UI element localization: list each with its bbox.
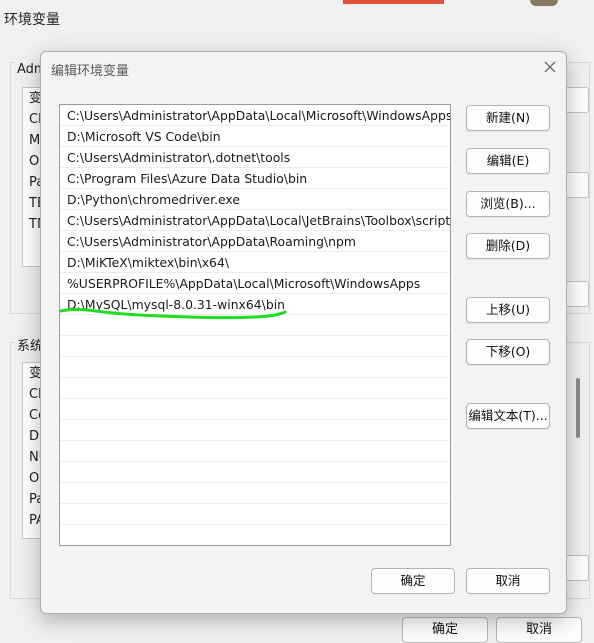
path-row-empty[interactable] — [60, 357, 450, 378]
dialog-title: 编辑环境变量 — [51, 64, 130, 79]
edit-text-button[interactable]: 编辑文本(T)... — [466, 403, 550, 429]
path-row[interactable]: D:\MiKTeX\miktex\bin\x64\ — [60, 252, 450, 273]
path-row-empty[interactable] — [60, 462, 450, 483]
path-row-empty[interactable] — [60, 336, 450, 357]
path-row-empty[interactable] — [60, 399, 450, 420]
path-row[interactable]: D:\Python\chromedriver.exe — [60, 189, 450, 210]
cancel-button[interactable]: 取消 — [466, 568, 550, 594]
ok-button[interactable]: 确定 — [371, 568, 455, 594]
path-row[interactable]: D:\MySQL\mysql-8.0.31-winx64\bin — [60, 294, 450, 315]
path-row-empty[interactable] — [60, 483, 450, 504]
close-icon — [544, 61, 556, 73]
path-row[interactable]: D:\Microsoft VS Code\bin — [60, 126, 450, 147]
path-row[interactable]: C:\Program Files\Azure Data Studio\bin — [60, 168, 450, 189]
edit-env-dialog: 编辑环境变量 C:\Users\Administrator\AppData\Lo… — [40, 51, 567, 614]
path-row[interactable]: C:\Users\Administrator\.dotnet\tools — [60, 147, 450, 168]
new-button[interactable]: 新建(N) — [466, 105, 550, 131]
path-row-empty[interactable] — [60, 525, 450, 545]
move-up-button[interactable]: 上移(U) — [466, 297, 550, 323]
path-row-empty[interactable] — [60, 504, 450, 525]
move-down-button[interactable]: 下移(O) — [466, 339, 550, 365]
window-accent-bar — [343, 0, 444, 4]
path-row[interactable]: C:\Users\Administrator\AppData\Roaming\n… — [60, 231, 450, 252]
path-row-empty[interactable] — [60, 441, 450, 462]
path-row-empty[interactable] — [60, 315, 450, 336]
browse-button[interactable]: 浏览(B)... — [466, 191, 550, 217]
env-ok-button[interactable]: 确定 — [402, 617, 488, 643]
path-row[interactable]: %USERPROFILE%\AppData\Local\Microsoft\Wi… — [60, 273, 450, 294]
delete-button[interactable]: 删除(D) — [466, 233, 550, 259]
system-list-scrollbar[interactable] — [576, 378, 580, 438]
path-row-empty[interactable] — [60, 420, 450, 441]
path-row[interactable]: C:\Users\Administrator\AppData\Local\Mic… — [60, 105, 450, 126]
path-row-empty[interactable] — [60, 378, 450, 399]
path-list[interactable]: C:\Users\Administrator\AppData\Local\Mic… — [59, 104, 451, 546]
env-cancel-button[interactable]: 取消 — [496, 617, 582, 643]
close-button[interactable] — [538, 55, 562, 79]
env-window-title: 环境变量 — [4, 12, 60, 28]
avatar — [530, 0, 558, 6]
edit-button[interactable]: 编辑(E) — [466, 148, 550, 174]
path-row[interactable]: C:\Users\Administrator\AppData\Local\Jet… — [60, 210, 450, 231]
